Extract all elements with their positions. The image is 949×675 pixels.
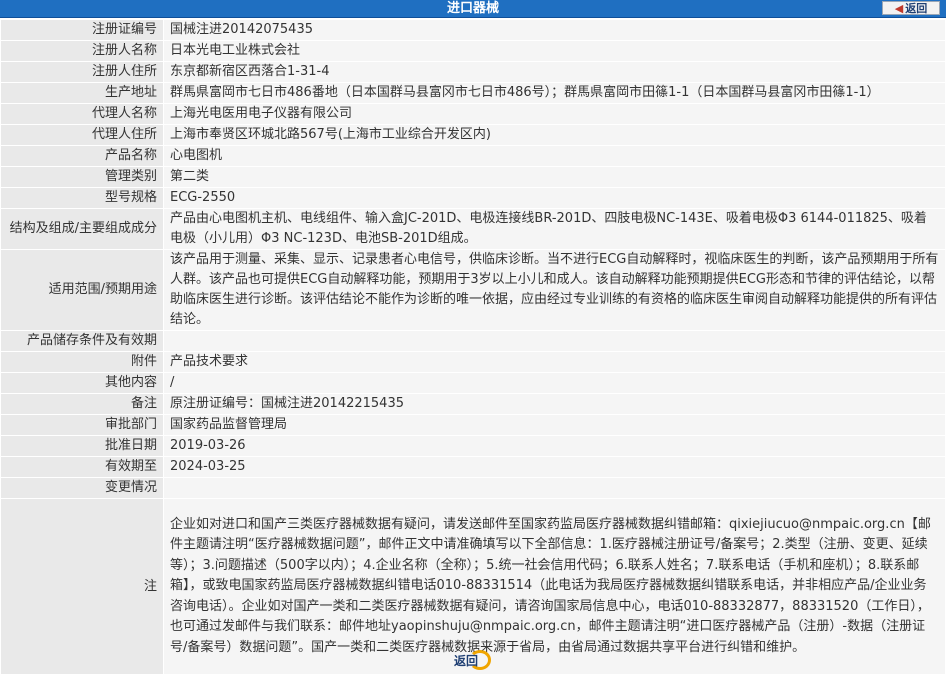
table-row: 管理类别 第二类 bbox=[0, 166, 946, 188]
table-row: 代理人名称 上海光电医用电子仪器有限公司 bbox=[0, 103, 946, 125]
table-row: 注册证编号 国械注进20142075435 bbox=[0, 19, 946, 41]
row-value bbox=[163, 330, 946, 352]
detail-table: 注册证编号 国械注进20142075435 注册人名称 日本光电工业株式会社 注册人住所… bbox=[0, 19, 946, 675]
back-arrow-icon: ◀ bbox=[894, 1, 904, 15]
row-label: 变更情况 bbox=[0, 477, 164, 499]
row-label: 注册人名称 bbox=[0, 40, 164, 62]
row-label: 注册人住所 bbox=[0, 61, 164, 83]
row-label: 生产地址 bbox=[0, 82, 164, 104]
row-value: 心电图机 bbox=[163, 145, 946, 167]
table-row: 产品储存条件及有效期 bbox=[0, 330, 946, 352]
row-value: 群馬県富岡市七日市486番地（日本国群马县富冈市七日市486号）；群馬県富岡市田… bbox=[163, 82, 946, 104]
row-value: 产品由心电图机主机、电线组件、输入盒JC-201D、电极连接线BR-201D、四… bbox=[163, 208, 946, 250]
row-label: 备注 bbox=[0, 393, 164, 415]
table-row: 注企业如对进口和国产三类医疗器械数据有疑问，请发送邮件至国家药监局医疗器械数据纠… bbox=[0, 498, 946, 675]
row-label: 代理人住所 bbox=[0, 124, 164, 146]
table-row: 审批部门 国家药品监督管理局 bbox=[0, 414, 946, 436]
row-value: 上海市奉贤区环城北路567号(上海市工业综合开发区内) bbox=[163, 124, 946, 146]
table-row: 生产地址 群馬県富岡市七日市486番地（日本国群马县富冈市七日市486号）；群馬県… bbox=[0, 82, 946, 104]
row-value: 2024-03-25 bbox=[163, 456, 946, 478]
row-label: 审批部门 bbox=[0, 414, 164, 436]
table-row: 注册人名称 日本光电工业株式会社 bbox=[0, 40, 946, 62]
back-button-label: 返回 bbox=[905, 2, 928, 15]
table-row: 注册人住所 东京都新宿区西落合1-31-4 bbox=[0, 61, 946, 83]
page-title: 进口器械 bbox=[446, 1, 499, 16]
row-label: 结构及组成/主要组成成分 bbox=[0, 208, 164, 250]
row-label: 适用范围/预期用途 bbox=[0, 249, 164, 331]
table-row: 其他内容 / bbox=[0, 372, 946, 394]
table-row: 有效期至 2024-03-25 bbox=[0, 456, 946, 478]
row-value: / bbox=[163, 372, 946, 394]
row-value bbox=[163, 477, 946, 499]
page: 进口器械 ◀ 返回 注册证编号 国械注进20142075435 注册人名称 日本光电工… bbox=[0, 0, 949, 675]
row-value: 2019-03-26 bbox=[163, 435, 946, 457]
header-bar: 进口器械 ◀ 返回 bbox=[0, 0, 946, 18]
row-value: 第二类 bbox=[163, 166, 946, 188]
row-label: 注 bbox=[0, 498, 164, 675]
back-button-top[interactable]: ◀ 返回 bbox=[882, 1, 940, 15]
table-row: 型号规格 ECG-2550 bbox=[0, 187, 946, 209]
row-label: 批准日期 bbox=[0, 435, 164, 457]
table-row: 产品名称 心电图机 bbox=[0, 145, 946, 167]
row-value: 国家药品监督管理局 bbox=[163, 414, 946, 436]
row-value: 日本光电工业株式会社 bbox=[163, 40, 946, 62]
row-value: 该产品用于测量、采集、显示、记录患者心电信号，供临床诊断。当不进行ECG自动解释… bbox=[163, 249, 946, 331]
row-value: 东京都新宿区西落合1-31-4 bbox=[163, 61, 946, 83]
row-label: 型号规格 bbox=[0, 187, 164, 209]
table-row: 适用范围/预期用途 该产品用于测量、采集、显示、记录患者心电信号，供临床诊断。当不… bbox=[0, 249, 946, 331]
row-label: 其他内容 bbox=[0, 372, 164, 394]
row-label: 产品储存条件及有效期 bbox=[0, 330, 164, 352]
table-row: 附件 产品技术要求 bbox=[0, 351, 946, 373]
row-label: 有效期至 bbox=[0, 456, 164, 478]
table-row: 变更情况 bbox=[0, 477, 946, 499]
row-label: 注册证编号 bbox=[0, 19, 164, 41]
back-button-bottom[interactable]: 返回 bbox=[445, 650, 499, 670]
table-row: 结构及组成/主要组成成分 产品由心电图机主机、电线组件、输入盒JC-201D、电极… bbox=[0, 208, 946, 250]
row-value: 原注册证编号：国械注进20142215435 bbox=[163, 393, 946, 415]
row-value: 国械注进20142075435 bbox=[163, 19, 946, 41]
table-row: 批准日期 2019-03-26 bbox=[0, 435, 946, 457]
row-label: 产品名称 bbox=[0, 145, 164, 167]
back-button-bottom-label: 返回 bbox=[453, 653, 478, 668]
table-row: 代理人住所 上海市奉贤区环城北路567号(上海市工业综合开发区内) bbox=[0, 124, 946, 146]
row-label: 代理人名称 bbox=[0, 103, 164, 125]
row-value: 企业如对进口和国产三类医疗器械数据有疑问，请发送邮件至国家药监局医疗器械数据纠错… bbox=[163, 498, 946, 675]
row-value: ECG-2550 bbox=[163, 187, 946, 209]
table-row: 备注 原注册证编号：国械注进20142215435 bbox=[0, 393, 946, 415]
row-label: 附件 bbox=[0, 351, 164, 373]
row-value: 产品技术要求 bbox=[163, 351, 946, 373]
row-label: 管理类别 bbox=[0, 166, 164, 188]
row-value: 上海光电医用电子仪器有限公司 bbox=[163, 103, 946, 125]
